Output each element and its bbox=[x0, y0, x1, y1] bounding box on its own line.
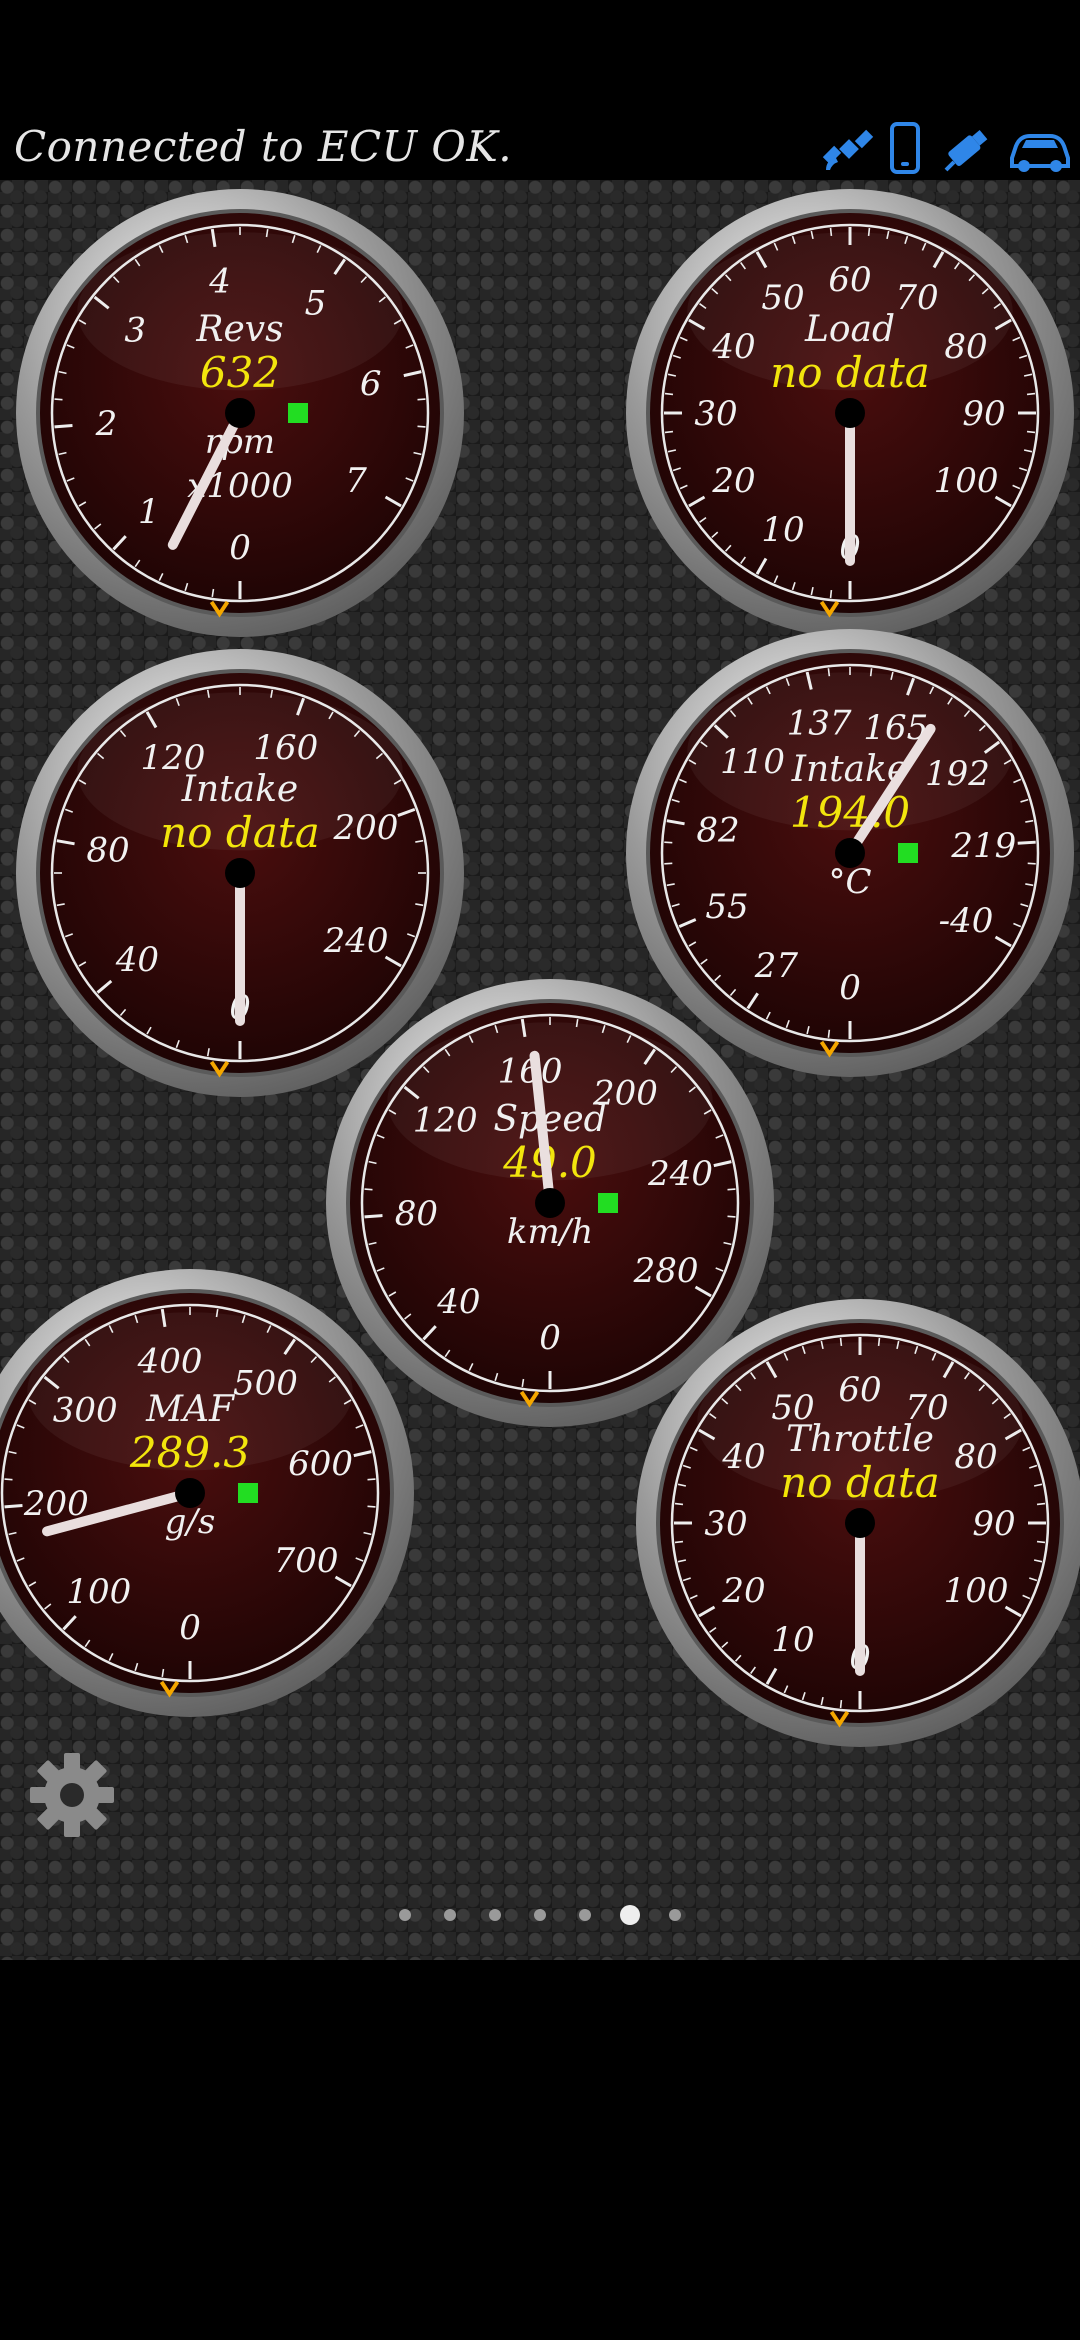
tick-label: 219 bbox=[950, 826, 1016, 866]
tick-label: 10 bbox=[761, 510, 804, 550]
tick-label: 0 bbox=[179, 1608, 201, 1648]
tick-label: 700 bbox=[274, 1541, 339, 1581]
load-gauge[interactable]: 0102030405060708090100Loadno data bbox=[624, 187, 1076, 639]
tick-label: 80 bbox=[86, 831, 129, 871]
car-icon[interactable] bbox=[1006, 120, 1074, 176]
tick-label: -40 bbox=[939, 901, 994, 941]
throttle-dial: 0102030405060708090100Throttleno data bbox=[636, 1299, 1080, 1747]
revs-dial: 01234567Revs632rpmx1000 bbox=[16, 189, 464, 637]
page-dot[interactable] bbox=[444, 1909, 456, 1921]
tick-label: 2 bbox=[95, 404, 118, 444]
tick-label: 0 bbox=[839, 968, 861, 1008]
page-dot[interactable] bbox=[579, 1909, 591, 1921]
page-dot[interactable] bbox=[669, 1909, 681, 1921]
status-indicator bbox=[288, 403, 308, 423]
status-indicator bbox=[238, 1483, 258, 1503]
tick-label: 100 bbox=[66, 1572, 131, 1612]
tick-label: 100 bbox=[944, 1571, 1009, 1611]
revs-gauge[interactable]: 01234567Revs632rpmx1000 bbox=[14, 187, 466, 639]
tick-label: 82 bbox=[696, 811, 739, 851]
phone-icon[interactable] bbox=[888, 120, 922, 176]
page-dot[interactable] bbox=[620, 1905, 640, 1925]
page-dot[interactable] bbox=[489, 1909, 501, 1921]
tick-label: 6 bbox=[360, 364, 382, 404]
tick-label: 7 bbox=[345, 461, 367, 501]
top-bar: Connected to ECU OK. bbox=[0, 120, 1080, 180]
tick-label: 100 bbox=[934, 461, 999, 501]
gauge-dashboard: 01234567Revs632rpmx1000 0102030405060708… bbox=[0, 180, 1080, 1960]
satellite-icon[interactable] bbox=[820, 120, 876, 176]
tick-label: 0 bbox=[229, 528, 251, 568]
maf-dial: 0100200300400500600700MAF289.3g/s bbox=[0, 1269, 414, 1717]
tick-label: 20 bbox=[721, 1571, 765, 1611]
usb-adapter-icon[interactable] bbox=[940, 120, 992, 176]
tick-label: 240 bbox=[323, 921, 389, 961]
system-nav-area bbox=[0, 1960, 1080, 2340]
page-indicator bbox=[0, 1900, 1080, 1930]
page-dot[interactable] bbox=[534, 1909, 546, 1921]
tick-label: 90 bbox=[972, 1504, 1015, 1544]
status-indicator bbox=[898, 843, 918, 863]
tick-label: 30 bbox=[704, 1504, 747, 1544]
status-indicator bbox=[598, 1193, 618, 1213]
page-dot[interactable] bbox=[399, 1909, 411, 1921]
tick-label: 40 bbox=[115, 940, 159, 980]
tick-label: 55 bbox=[705, 887, 748, 927]
tick-label: 30 bbox=[694, 394, 737, 434]
throttle-gauge[interactable]: 0102030405060708090100Throttleno data bbox=[634, 1297, 1080, 1749]
connection-status-text: Connected to ECU OK. bbox=[14, 122, 513, 171]
settings-gear-icon[interactable] bbox=[22, 1745, 122, 1845]
tick-label: 40 bbox=[436, 1282, 480, 1322]
maf-gauge[interactable]: 0100200300400500600700MAF289.3g/s bbox=[0, 1267, 416, 1719]
tick-label: 0 bbox=[539, 1318, 561, 1358]
tick-label: 20 bbox=[711, 461, 755, 501]
tick-label: 280 bbox=[633, 1251, 699, 1291]
tick-label: 10 bbox=[771, 1620, 814, 1660]
tick-label: 1 bbox=[138, 492, 160, 532]
status-bar bbox=[0, 0, 1080, 120]
load-dial: 0102030405060708090100Loadno data bbox=[626, 189, 1074, 637]
tick-label: 90 bbox=[962, 394, 1005, 434]
tick-label: 80 bbox=[395, 1194, 438, 1234]
